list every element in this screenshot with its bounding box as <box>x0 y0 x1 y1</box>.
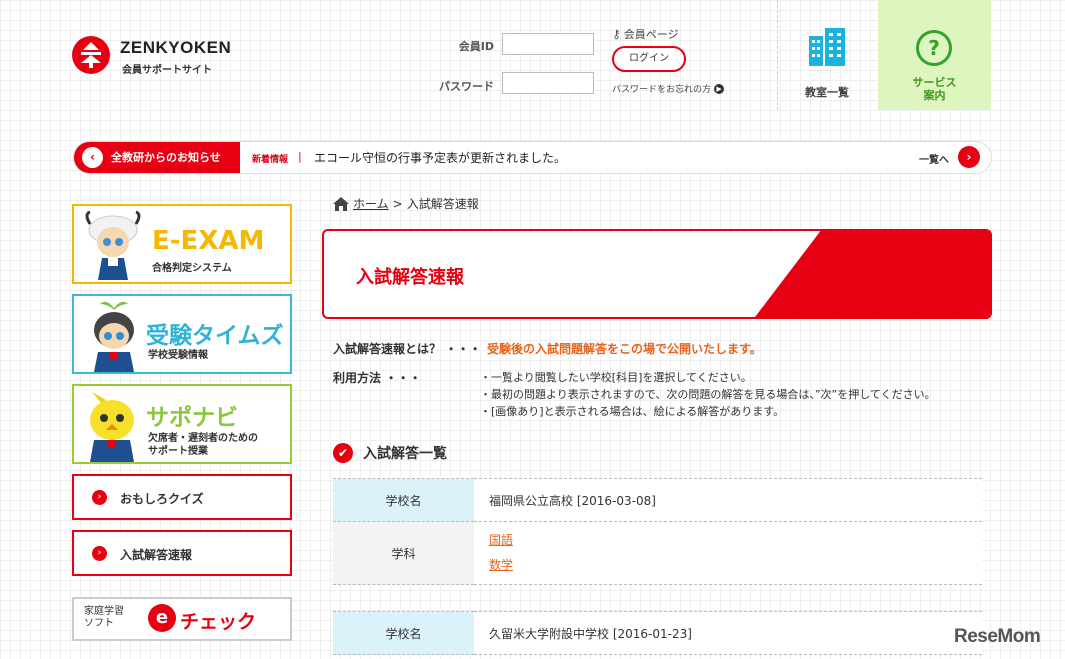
news-separator: | <box>298 150 302 163</box>
password-input[interactable] <box>502 72 594 94</box>
usage-line: ・最初の問題より表示されますので、次の問題の解答を見る場合は、”次”を押してくだ… <box>480 388 936 401</box>
news-new-tag: 新着情報 <box>252 155 289 165</box>
sapo-navi-banner[interactable]: サポナビ 欠席者・遅刻者のための サポート授業 <box>72 384 292 464</box>
bird-mascot-icon <box>90 392 134 462</box>
login-button[interactable]: ログイン <box>612 46 686 72</box>
password-label: パスワード <box>439 80 494 93</box>
e-exam-subtitle: 合格判定システム <box>152 263 232 274</box>
sidebar-item-quiz[interactable]: › おもしろクイズ <box>72 474 292 520</box>
chevron-right-icon: › <box>92 546 107 561</box>
building-icon <box>809 28 845 66</box>
juken-times-title: 受験タイムズ <box>146 323 284 349</box>
table-row: 学校名 久留米大学附設中学校 [2016-01-23] <box>333 611 982 655</box>
breadcrumb: ホーム > 入試解答速報 <box>333 195 479 212</box>
usage-line: ・一覧より閲覧したい学校[科目]を選択してください。 <box>480 371 752 384</box>
breadcrumb-current: 入試解答速報 <box>406 197 479 211</box>
table-row: 学科 国語 数学 <box>333 521 982 585</box>
e-check-logo-icon: e <box>148 604 176 632</box>
member-id-input[interactable] <box>502 33 594 55</box>
news-more-link[interactable]: 一覧へ <box>919 151 949 166</box>
page-title: 入試解答速報 <box>356 267 464 288</box>
answer-table-kurume: 学校名 久留米大学附設中学校 [2016-01-23] <box>333 611 982 655</box>
juken-times-banner[interactable]: 受験タイムズ 学校受験情報 <box>72 294 292 374</box>
e-check-banner[interactable]: 家庭学習 ソフト e チェック <box>72 597 292 641</box>
forgot-password-link[interactable]: パスワードをお忘れの方 ▶ <box>612 82 725 95</box>
chevron-left-icon: ‹ <box>82 147 103 168</box>
sidebar-item-exam-answers-label: 入試解答速報 <box>120 548 193 562</box>
forgot-password-label: パスワードをお忘れの方 <box>612 85 712 95</box>
home-icon[interactable] <box>333 196 349 211</box>
nav-classroom-list[interactable]: 教室一覧 <box>778 0 876 110</box>
e-check-label-1: 家庭学習 <box>84 606 124 617</box>
usage-instructions: ・一覧より閲覧したい学校[科目]を選択してください。 ・最初の問題より表示されま… <box>480 369 936 420</box>
sapo-navi-subtitle-1: 欠席者・遅刻者のための <box>148 433 258 444</box>
nav-classroom-label: 教室一覧 <box>805 86 849 99</box>
juken-times-subtitle: 学校受験情報 <box>148 350 208 361</box>
member-page-link[interactable]: ⚷ 会員ページ <box>612 26 679 42</box>
breadcrumb-home-link[interactable]: ホーム <box>353 195 389 212</box>
nav-service-label-1: サービス <box>912 76 957 89</box>
title-red-stripe <box>755 231 990 317</box>
member-page-link-label: 会員ページ <box>623 28 679 41</box>
arrow-right-icon: ▶ <box>714 83 725 94</box>
subject-link-math[interactable]: 数学 <box>489 558 513 572</box>
what-is-value: 受験後の入試問題解答をこの場で公開いたします。 <box>487 342 762 356</box>
zenkyoken-logo-icon[interactable] <box>72 36 110 74</box>
question-icon: ? <box>916 30 952 66</box>
breadcrumb-separator: > <box>392 196 403 211</box>
subject-link-japanese[interactable]: 国語 <box>489 533 513 547</box>
school-name-value: 久留米大学附設中学校 [2016-01-23] <box>474 611 982 655</box>
sidebar-item-exam-answers[interactable]: › 入試解答速報 <box>72 530 292 576</box>
sapo-navi-subtitle-2: サポート授業 <box>148 446 208 457</box>
sheep-mascot-icon <box>85 210 141 280</box>
answer-list-heading: ✔ 入試解答一覧 <box>333 443 447 463</box>
check-icon: ✔ <box>333 443 353 463</box>
e-exam-banner[interactable]: E-EXAM 合格判定システム <box>72 204 292 284</box>
school-name-header: 学校名 <box>333 478 474 522</box>
school-name-header: 学校名 <box>333 611 474 655</box>
nav-service-info[interactable]: ? サービス 案内 <box>878 0 991 110</box>
school-name-value: 福岡県公立高校 [2016-03-08] <box>474 478 982 522</box>
member-id-label: 会員ID <box>458 40 494 53</box>
what-is-label: 入試解答速報とは？ ・・・ <box>333 342 482 356</box>
logo-name[interactable]: ZENKYOKEN <box>120 38 231 58</box>
sapo-navi-title: サポナビ <box>146 405 238 431</box>
e-check-label-2: ソフト <box>84 618 114 629</box>
answer-table-fukuoka: 学校名 福岡県公立高校 [2016-03-08] 学科 国語 数学 <box>333 478 982 585</box>
subject-header: 学科 <box>333 521 474 585</box>
news-label[interactable]: ‹ 全教研からのお知らせ <box>74 142 240 173</box>
e-check-title: チェック <box>180 611 257 633</box>
nav-service-label-2: 案内 <box>923 89 946 102</box>
news-label-text: 全教研からのお知らせ <box>111 151 221 164</box>
page-title-box: 入試解答速報 <box>322 229 992 319</box>
news-headline[interactable]: エコール守恒の行事予定表が更新されました。 <box>314 149 566 166</box>
usage-label: 利用方法 ・・・ <box>333 371 422 385</box>
answer-list-title: 入試解答一覧 <box>363 446 447 462</box>
chevron-right-icon: › <box>92 490 107 505</box>
usage-line: ・[画像あり]と表示される場合は、絵による解答があります。 <box>480 405 785 418</box>
table-row: 学校名 福岡県公立高校 [2016-03-08] <box>333 478 982 522</box>
sidebar-item-quiz-label: おもしろクイズ <box>120 492 204 506</box>
chevron-right-icon[interactable]: › <box>958 146 980 168</box>
resemom-watermark: ReseMom <box>954 626 1041 647</box>
student-mascot-icon <box>94 301 134 372</box>
logo-subtitle: 会員サポートサイト <box>122 65 212 76</box>
key-icon: ⚷ <box>612 27 621 41</box>
e-exam-title: E-EXAM <box>152 226 265 256</box>
